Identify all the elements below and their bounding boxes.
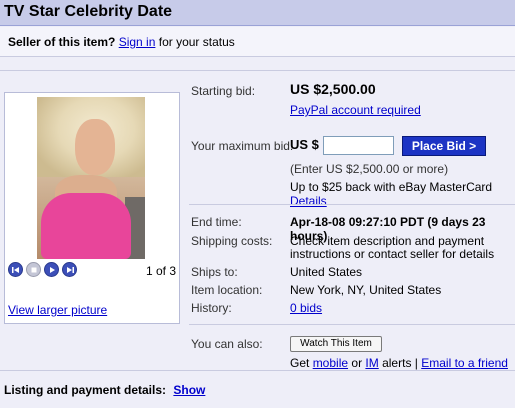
shipping-value-line-1: Check item description and payment	[290, 234, 485, 248]
get-text: Get	[290, 356, 310, 370]
listing-details-line: Listing and payment details: Show	[4, 383, 205, 397]
listing-details-bar: Listing and payment details: Show	[0, 370, 515, 408]
watch-item-button[interactable]: Watch This Item	[290, 336, 382, 352]
shipping-label: Shipping costs:	[191, 234, 273, 248]
max-bid-input[interactable]	[323, 136, 394, 155]
details-link[interactable]: Details	[290, 194, 327, 208]
listing-details-label: Listing and payment details:	[4, 383, 167, 397]
mobile-link[interactable]: mobile	[313, 356, 348, 370]
seller-suffix: for your status	[158, 35, 235, 49]
sign-in-link[interactable]: Sign in	[119, 35, 156, 49]
show-details-link[interactable]: Show	[173, 383, 205, 397]
title-bar: TV Star Celebrity Date	[0, 0, 515, 26]
alerts-text: alerts |	[382, 356, 418, 370]
photo-counter: 1 of 3	[146, 264, 177, 278]
play-icon[interactable]	[44, 262, 59, 277]
place-bid-button[interactable]: Place Bid >	[402, 136, 486, 156]
page-title: TV Star Celebrity Date	[4, 3, 173, 20]
ships-to-label: Ships to:	[191, 265, 238, 279]
starting-bid-label: Starting bid:	[191, 84, 256, 98]
bid-hint: (Enter US $2,500.00 or more)	[290, 162, 449, 176]
alerts-line: Get mobile or IM alerts | Email to a fri…	[290, 356, 508, 370]
seller-status-line: Seller of this item? Sign in for your st…	[8, 35, 235, 49]
or-text: or	[351, 356, 363, 370]
paypal-required-link[interactable]: PayPal account required	[290, 103, 421, 117]
photo-gallery	[4, 92, 180, 324]
seller-bar: Seller of this item? Sign in for your st…	[0, 27, 515, 57]
history-label: History:	[191, 301, 232, 315]
item-photo[interactable]	[37, 97, 145, 259]
divider	[189, 324, 515, 325]
bids-history-link[interactable]: 0 bids	[290, 301, 322, 315]
last-photo-icon[interactable]	[62, 262, 77, 277]
stop-icon[interactable]	[26, 262, 41, 277]
divider	[189, 204, 515, 205]
view-larger-picture-link[interactable]: View larger picture	[8, 303, 107, 317]
item-location-label: Item location:	[191, 283, 263, 297]
photo-nav	[8, 262, 77, 278]
starting-bid-value: US $2,500.00	[290, 81, 376, 97]
seller-question: Seller of this item?	[8, 35, 116, 49]
im-link[interactable]: IM	[365, 356, 378, 370]
first-photo-icon[interactable]	[8, 262, 23, 277]
item-location-value: New York, NY, United States	[290, 283, 442, 297]
email-friend-link[interactable]: Email to a friend	[421, 356, 508, 370]
you-can-also-label: You can also:	[191, 337, 263, 351]
end-time-label: End time:	[191, 215, 242, 229]
shipping-value-line-2: instructions or contact seller for detai…	[290, 247, 495, 261]
currency-label: US $	[290, 137, 319, 152]
mastercard-text: Up to $25 back with eBay MasterCard	[290, 180, 493, 194]
max-bid-label: Your maximum bid:	[191, 139, 294, 153]
ships-to-value: United States	[290, 265, 363, 279]
